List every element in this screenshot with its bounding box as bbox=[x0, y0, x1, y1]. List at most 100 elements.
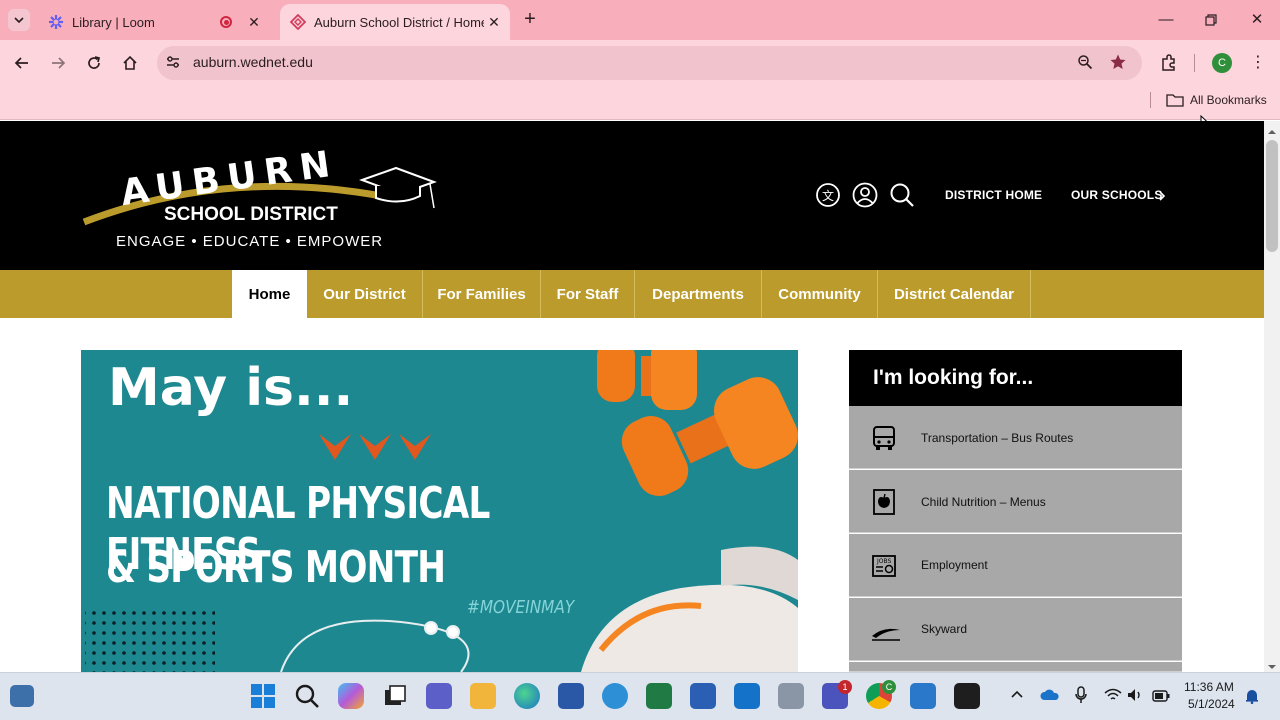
more-menu-icon[interactable]: ⋮ bbox=[1250, 53, 1266, 73]
start-icon[interactable] bbox=[250, 683, 276, 709]
earphones-icon bbox=[280, 619, 470, 672]
outlook-icon[interactable] bbox=[734, 683, 760, 709]
minimize-button[interactable]: — bbox=[1146, 8, 1186, 32]
chevron-accents bbox=[319, 434, 431, 460]
search-taskbar-icon[interactable] bbox=[294, 683, 320, 709]
bookmarks-divider bbox=[1150, 92, 1151, 108]
looking-for-title: I'm looking for... bbox=[873, 366, 1034, 389]
tab-title: Library | Loom bbox=[72, 14, 155, 30]
site-favicon-icon bbox=[290, 14, 306, 30]
close-tab-icon[interactable]: ✕ bbox=[484, 14, 504, 31]
logo-subtitle: SCHOOL DISTRICT bbox=[164, 204, 338, 225]
forward-button[interactable] bbox=[46, 51, 70, 75]
clock-time[interactable]: 11:36 AM bbox=[1184, 680, 1234, 694]
bus-icon bbox=[870, 424, 898, 452]
tab-search-button[interactable] bbox=[8, 9, 30, 31]
hero-hashtag: #MOVEINMAY bbox=[467, 597, 575, 618]
folder-icon bbox=[1166, 94, 1184, 107]
new-tab-button[interactable]: + bbox=[518, 8, 542, 32]
file-explorer-icon[interactable] bbox=[470, 683, 496, 709]
looking-for-label: Employment bbox=[921, 558, 988, 572]
jobs-icon: JOBS bbox=[870, 552, 898, 580]
chevron-right-icon bbox=[1157, 189, 1167, 201]
site-info-icon[interactable] bbox=[165, 54, 183, 72]
looking-for-item-employment[interactable] bbox=[849, 534, 1182, 597]
excel-icon[interactable] bbox=[646, 683, 672, 709]
notification-badge: 1 bbox=[838, 680, 852, 694]
reload-icon bbox=[88, 56, 101, 69]
url-text[interactable]: auburn.wednet.edu bbox=[193, 54, 313, 70]
home-button[interactable] bbox=[118, 51, 142, 75]
teams-icon[interactable] bbox=[426, 683, 452, 709]
store-icon[interactable] bbox=[558, 683, 584, 709]
notifications-bell-icon[interactable] bbox=[1244, 688, 1260, 705]
wifi-icon[interactable] bbox=[1104, 688, 1122, 702]
task-view-icon[interactable] bbox=[382, 683, 408, 709]
help-icon[interactable] bbox=[602, 683, 628, 709]
skyward-icon bbox=[870, 616, 902, 644]
recording-icon bbox=[220, 16, 232, 28]
district-logo[interactable]: AUBURN SCHOOL DISTRICT ENGAGE • EDUCATE … bbox=[80, 138, 442, 253]
logo-tagline: ENGAGE • EDUCATE • EMPOWER bbox=[116, 233, 383, 250]
toolbar-divider bbox=[1194, 54, 1195, 72]
hero-title: May is... bbox=[108, 358, 354, 418]
profile-avatar[interactable]: C bbox=[1212, 53, 1232, 73]
user-account-icon[interactable] bbox=[852, 182, 878, 208]
tab-loom[interactable]: Library | Loom ✕ bbox=[38, 4, 270, 40]
extensions-icon[interactable] bbox=[1160, 54, 1178, 72]
all-bookmarks-button[interactable]: All Bookmarks bbox=[1166, 91, 1267, 109]
loom-icon bbox=[48, 14, 64, 30]
tab-auburn[interactable]: Auburn School District / Homep ✕ bbox=[280, 4, 510, 40]
all-bookmarks-label: All Bookmarks bbox=[1190, 93, 1267, 107]
looking-for-label: Transportation – Bus Routes bbox=[921, 431, 1074, 445]
photos-icon[interactable] bbox=[910, 683, 936, 709]
looking-for-item-partial[interactable] bbox=[849, 662, 1182, 672]
reload-button[interactable] bbox=[82, 51, 106, 75]
copilot-icon[interactable] bbox=[338, 683, 364, 709]
nav-for-staff[interactable]: For Staff bbox=[541, 270, 635, 318]
nav-community[interactable]: Community bbox=[762, 270, 878, 318]
zoom-icon[interactable] bbox=[1077, 54, 1095, 72]
widgets-icon[interactable] bbox=[10, 685, 34, 707]
looking-for-label: Skyward bbox=[921, 622, 968, 636]
svg-text:文: 文 bbox=[822, 188, 834, 203]
scroll-up-icon[interactable] bbox=[1267, 124, 1277, 134]
arrow-left-icon bbox=[14, 57, 28, 69]
scrollbar-thumb[interactable] bbox=[1266, 140, 1278, 252]
nav-our-district[interactable]: Our District bbox=[307, 270, 423, 318]
bookmark-star-icon[interactable] bbox=[1109, 53, 1127, 71]
nav-for-families[interactable]: For Families bbox=[423, 270, 541, 318]
chrome-profile-badge: C bbox=[882, 680, 896, 694]
bookmarks-bar bbox=[0, 86, 1280, 120]
scroll-down-icon[interactable] bbox=[1267, 659, 1277, 669]
restore-icon bbox=[1205, 14, 1217, 26]
hero-line-2: & SPORTS MONTH bbox=[106, 542, 446, 593]
acrobat-icon[interactable] bbox=[954, 683, 980, 709]
battery-icon[interactable] bbox=[1152, 689, 1170, 702]
calculator-icon[interactable] bbox=[778, 683, 804, 709]
district-home-link[interactable]: DISTRICT HOME bbox=[945, 188, 1042, 202]
back-button[interactable] bbox=[10, 51, 34, 75]
our-schools-link[interactable]: OUR SCHOOLS bbox=[1071, 188, 1163, 202]
chevron-down-icon bbox=[14, 17, 24, 24]
word-icon[interactable] bbox=[690, 683, 716, 709]
close-window-button[interactable]: ✕ bbox=[1237, 8, 1277, 32]
translate-icon[interactable]: 文 bbox=[815, 182, 841, 208]
chevron-up-icon[interactable] bbox=[1010, 688, 1024, 702]
search-icon[interactable] bbox=[889, 182, 915, 208]
volume-icon[interactable] bbox=[1127, 688, 1143, 702]
home-icon bbox=[123, 55, 137, 70]
restore-button[interactable] bbox=[1191, 8, 1231, 32]
nav-home[interactable]: Home bbox=[232, 270, 307, 318]
clock-date[interactable]: 5/1/2024 bbox=[1188, 697, 1235, 711]
graduation-cap-icon bbox=[359, 166, 437, 209]
onedrive-icon[interactable] bbox=[1040, 688, 1060, 702]
looking-for-label: Child Nutrition – Menus bbox=[921, 495, 1046, 509]
nav-departments[interactable]: Departments bbox=[635, 270, 762, 318]
nav-district-calendar[interactable]: District Calendar bbox=[878, 270, 1031, 318]
microphone-icon[interactable] bbox=[1074, 686, 1088, 704]
close-tab-icon[interactable]: ✕ bbox=[244, 14, 264, 31]
hero-banner[interactable]: May is... NATIONAL PHYSICAL FITNESS & SP… bbox=[81, 350, 798, 672]
edge-icon[interactable] bbox=[514, 683, 540, 709]
taskbar bbox=[0, 672, 1280, 720]
